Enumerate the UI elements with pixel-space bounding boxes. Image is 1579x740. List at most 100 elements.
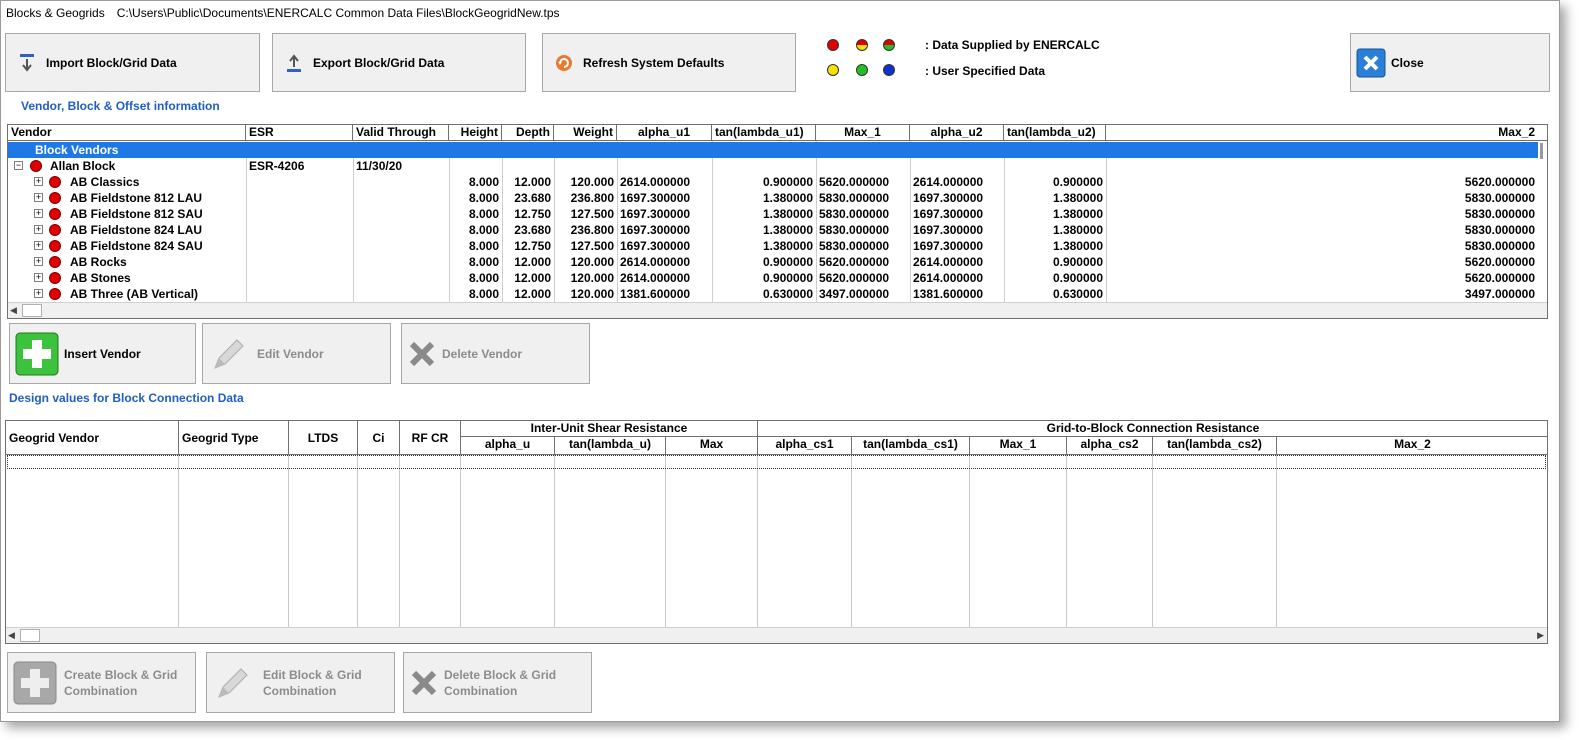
vendor-grid[interactable]: Vendor ESR Valid Through Height Depth We… (7, 124, 1548, 319)
edit-vendor-button[interactable]: Edit Vendor (202, 323, 391, 384)
status-dot-red (49, 288, 61, 300)
label-line-1: Edit Block & Grid (263, 667, 362, 682)
scroll-right-icon[interactable]: ▶ (1537, 630, 1544, 641)
vendor-esr: ESR-4206 (249, 159, 305, 173)
legend-red-green-dot (883, 39, 895, 51)
delete-x-icon (406, 338, 438, 370)
block-row[interactable]: + AB Fieldstone 812 LAU 8.000 23.680 236.800… (8, 190, 1538, 206)
col-alpha-cs2[interactable]: alpha_cs2 (1067, 437, 1153, 455)
block-row[interactable]: + AB Three (AB Vertical) 8.000 12.000 120.00… (8, 286, 1538, 302)
blocks-geogrids-window: Blocks & Geogrids C:\Users\Public\Documen… (0, 0, 1560, 722)
col-vendor[interactable]: Vendor (8, 125, 246, 141)
block-row[interactable]: + AB Rocks 8.000 12.000 120.000 2614.000000 0.… (8, 254, 1538, 270)
col-max-1[interactable]: Max_1 (816, 125, 910, 141)
delete-vendor-button[interactable]: Delete Vendor (401, 323, 590, 384)
col-tan-lambda-u2[interactable]: tan(lambda_u2) (1004, 125, 1106, 141)
cell-tan-lambda-u1: 1.380000 (762, 223, 813, 237)
expand-icon[interactable]: + (34, 209, 43, 218)
cell-alpha-u2: 1697.300000 (913, 207, 984, 221)
expand-icon[interactable]: + (34, 241, 43, 250)
col-tan-lambda-cs2[interactable]: tan(lambda_cs2) (1153, 437, 1277, 455)
vendor-valid-through: 11/30/20 (356, 159, 403, 173)
export-button[interactable]: Export Block/Grid Data (272, 33, 526, 92)
cell-alpha-u2: 2614.000000 (913, 271, 984, 285)
expand-icon[interactable]: + (34, 177, 43, 186)
col-geogrid-vendor[interactable]: Geogrid Vendor (6, 421, 179, 455)
col-ci[interactable]: Ci (358, 421, 400, 455)
connection-grid-hscroll[interactable]: ◀ ▶ (6, 627, 1547, 643)
import-button[interactable]: Import Block/Grid Data (5, 33, 260, 92)
connection-grid[interactable]: Geogrid Vendor Geogrid Type LTDS Ci RF C… (5, 420, 1548, 644)
cell-tan-lambda-u1: 1.380000 (762, 191, 813, 205)
col-geogrid-type[interactable]: Geogrid Type (179, 421, 289, 455)
block-row[interactable]: + AB Fieldstone 824 SAU 8.000 12.750 127.500… (8, 238, 1538, 254)
insert-vendor-button[interactable]: Insert Vendor (9, 323, 196, 384)
plus-icon (12, 660, 58, 706)
block-row[interactable]: + AB Fieldstone 812 SAU 8.000 12.750 127.500… (8, 206, 1538, 222)
expand-icon[interactable]: + (34, 273, 43, 282)
expand-icon[interactable]: + (34, 289, 43, 298)
col-alpha-cs1[interactable]: alpha_cs1 (758, 437, 852, 455)
legend-user-label: : User Specified Data (925, 64, 1046, 78)
block-name: AB Fieldstone 824 SAU (70, 239, 203, 253)
col-tan-lambda-u[interactable]: tan(lambda_u) (555, 437, 666, 455)
block-row[interactable]: + AB Stones 8.000 12.000 120.000 2614.000000 0… (8, 270, 1538, 286)
col-tan-lambda-cs1[interactable]: tan(lambda_cs1) (852, 437, 970, 455)
vendor-row-allan-block[interactable]: − Allan Block ESR-4206 11/30/20 (8, 158, 1538, 174)
col-divider (851, 455, 852, 627)
col-alpha-u[interactable]: alpha_u (461, 437, 555, 455)
scroll-thumb[interactable] (20, 629, 40, 642)
collapse-icon[interactable]: − (14, 161, 23, 170)
col-esr[interactable]: ESR (246, 125, 353, 141)
close-button[interactable]: Close (1350, 33, 1550, 92)
col-rf-cr[interactable]: RF CR (400, 421, 461, 455)
legend-blue-dot (883, 64, 895, 76)
block-row[interactable]: + AB Fieldstone 824 LAU 8.000 23.680 236.800… (8, 222, 1538, 238)
expand-icon[interactable]: + (34, 225, 43, 234)
refresh-icon (553, 52, 575, 74)
scroll-left-icon[interactable]: ◀ (8, 630, 15, 641)
col-divider (554, 455, 555, 627)
col-divider (665, 455, 666, 627)
vertical-scroll-thumb[interactable] (1540, 143, 1543, 159)
block-name: AB Fieldstone 812 SAU (70, 207, 203, 221)
cell-weight: 120.000 (570, 175, 614, 189)
expand-icon[interactable]: + (34, 193, 43, 202)
col-alpha-u2[interactable]: alpha_u2 (910, 125, 1004, 141)
file-path: C:\Users\Public\Documents\ENERCALC Commo… (116, 6, 560, 20)
edit-combination-button[interactable]: Edit Block & Grid Combination (206, 652, 395, 713)
col-height[interactable]: Height (449, 125, 502, 141)
refresh-defaults-button[interactable]: Refresh System Defaults (542, 33, 796, 92)
col-max-1[interactable]: Max_1 (970, 437, 1067, 455)
col-weight[interactable]: Weight (554, 125, 617, 141)
vendor-name: Allan Block (50, 159, 116, 173)
create-combination-button[interactable]: Create Block & Grid Combination (7, 652, 196, 713)
cell-weight: 127.500 (570, 207, 614, 221)
cell-height: 8.000 (468, 287, 499, 301)
block-row[interactable]: + AB Classics 8.000 12.000 120.000 2614.00000… (8, 174, 1538, 190)
col-tan-lambda-u1[interactable]: tan(lambda_u1) (712, 125, 816, 141)
col-divider (1152, 455, 1153, 627)
scroll-thumb[interactable] (22, 304, 42, 317)
col-alpha-u1[interactable]: alpha_u1 (617, 125, 712, 141)
col-max[interactable]: Max (666, 437, 758, 455)
group-row-block-vendors[interactable]: Block Vendors (8, 142, 1538, 158)
delete-combination-button[interactable]: Delete Block & Grid Combination (403, 652, 592, 713)
col-ltds[interactable]: LTDS (289, 421, 358, 455)
title-bar: Blocks & Geogrids C:\Users\Public\Documen… (1, 1, 1559, 27)
cell-alpha-u1: 1697.300000 (620, 223, 691, 237)
connection-section-title: Design values for Block Connection Data (9, 391, 244, 405)
col-divider (1276, 455, 1277, 627)
scroll-left-icon[interactable]: ◀ (10, 305, 17, 316)
col-max-2[interactable]: Max_2 (1106, 125, 1538, 141)
expand-icon[interactable]: + (34, 257, 43, 266)
focused-empty-row[interactable] (7, 455, 1546, 469)
vendor-grid-hscroll[interactable]: ◀ (8, 302, 1547, 318)
status-dot-red (49, 208, 61, 220)
col-valid-through[interactable]: Valid Through (353, 125, 449, 141)
cell-weight: 236.800 (570, 223, 614, 237)
block-name: AB Fieldstone 812 LAU (70, 191, 203, 205)
cell-weight: 120.000 (570, 255, 614, 269)
col-max-2[interactable]: Max_2 (1277, 437, 1547, 455)
col-depth[interactable]: Depth (502, 125, 554, 141)
